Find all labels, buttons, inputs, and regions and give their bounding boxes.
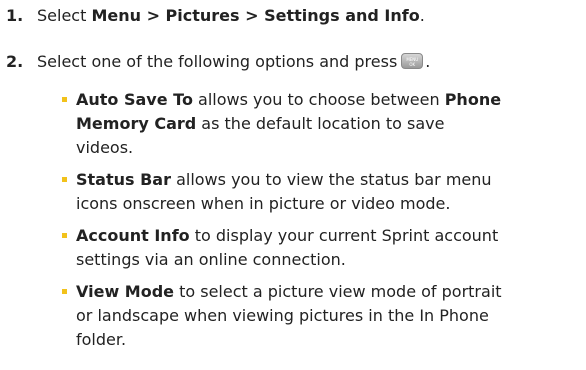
option-auto-save-to: Auto Save To allows you to choose betwee… — [62, 88, 584, 160]
step-instruction: Select one of the following options and … — [37, 52, 398, 71]
option-line: videos. — [76, 138, 134, 157]
option-line: Auto Save To allows you to choose betwee… — [76, 88, 584, 112]
step-number: 1. — [6, 6, 24, 25]
option-line: Memory Card as the default location to s… — [76, 112, 584, 136]
option-account-info: Account Info to display your current Spr… — [62, 224, 584, 272]
option-text: to display your current Sprint account — [189, 226, 499, 245]
option-status-bar: Status Bar allows you to view the status… — [62, 168, 584, 216]
bullet-icon — [62, 177, 67, 182]
option-term: View Mode — [76, 282, 175, 301]
step-prefix: Select — [37, 6, 92, 25]
option-line: or landscape when viewing pictures in th… — [76, 306, 489, 325]
option-term: Auto Save To — [76, 90, 193, 109]
menu-path: Menu > Pictures > Settings and Info — [91, 6, 420, 25]
option-line: View Mode to select a picture view mode … — [76, 280, 584, 304]
menu-ok-key-icon: MENU OK — [401, 53, 424, 69]
option-view-mode: View Mode to select a picture view mode … — [62, 280, 584, 352]
bullet-icon — [62, 289, 67, 294]
step-text: Select Menu > Pictures > Settings and In… — [37, 4, 425, 28]
option-term: Account Info — [76, 226, 190, 245]
option-term: Status Bar — [76, 170, 171, 189]
option-line: Account Info to display your current Spr… — [76, 224, 584, 248]
bullet-icon — [62, 233, 67, 238]
step-number: 2. — [6, 52, 24, 71]
option-choice: Memory Card — [76, 114, 197, 133]
option-text: allows you to choose between — [192, 90, 445, 109]
step-text: Select one of the following options and … — [37, 50, 430, 74]
option-line: Status Bar allows you to view the status… — [76, 168, 584, 192]
option-choice: Phone — [444, 90, 502, 109]
option-text: allows you to view the status bar menu — [170, 170, 492, 189]
document-page: 1. Select Menu > Pictures > Settings and… — [0, 0, 586, 370]
key-label-bottom: OK — [409, 62, 416, 67]
bullet-icon — [62, 97, 67, 102]
option-line: settings via an online connection. — [76, 250, 346, 269]
option-text: as the default location to save — [196, 114, 445, 133]
option-line: icons onscreen when in picture or video … — [76, 194, 451, 213]
step-suffix: . — [419, 6, 425, 25]
option-line: folder. — [76, 330, 127, 349]
option-text: to select a picture view mode of portrai… — [174, 282, 502, 301]
step-suffix: . — [425, 52, 431, 71]
